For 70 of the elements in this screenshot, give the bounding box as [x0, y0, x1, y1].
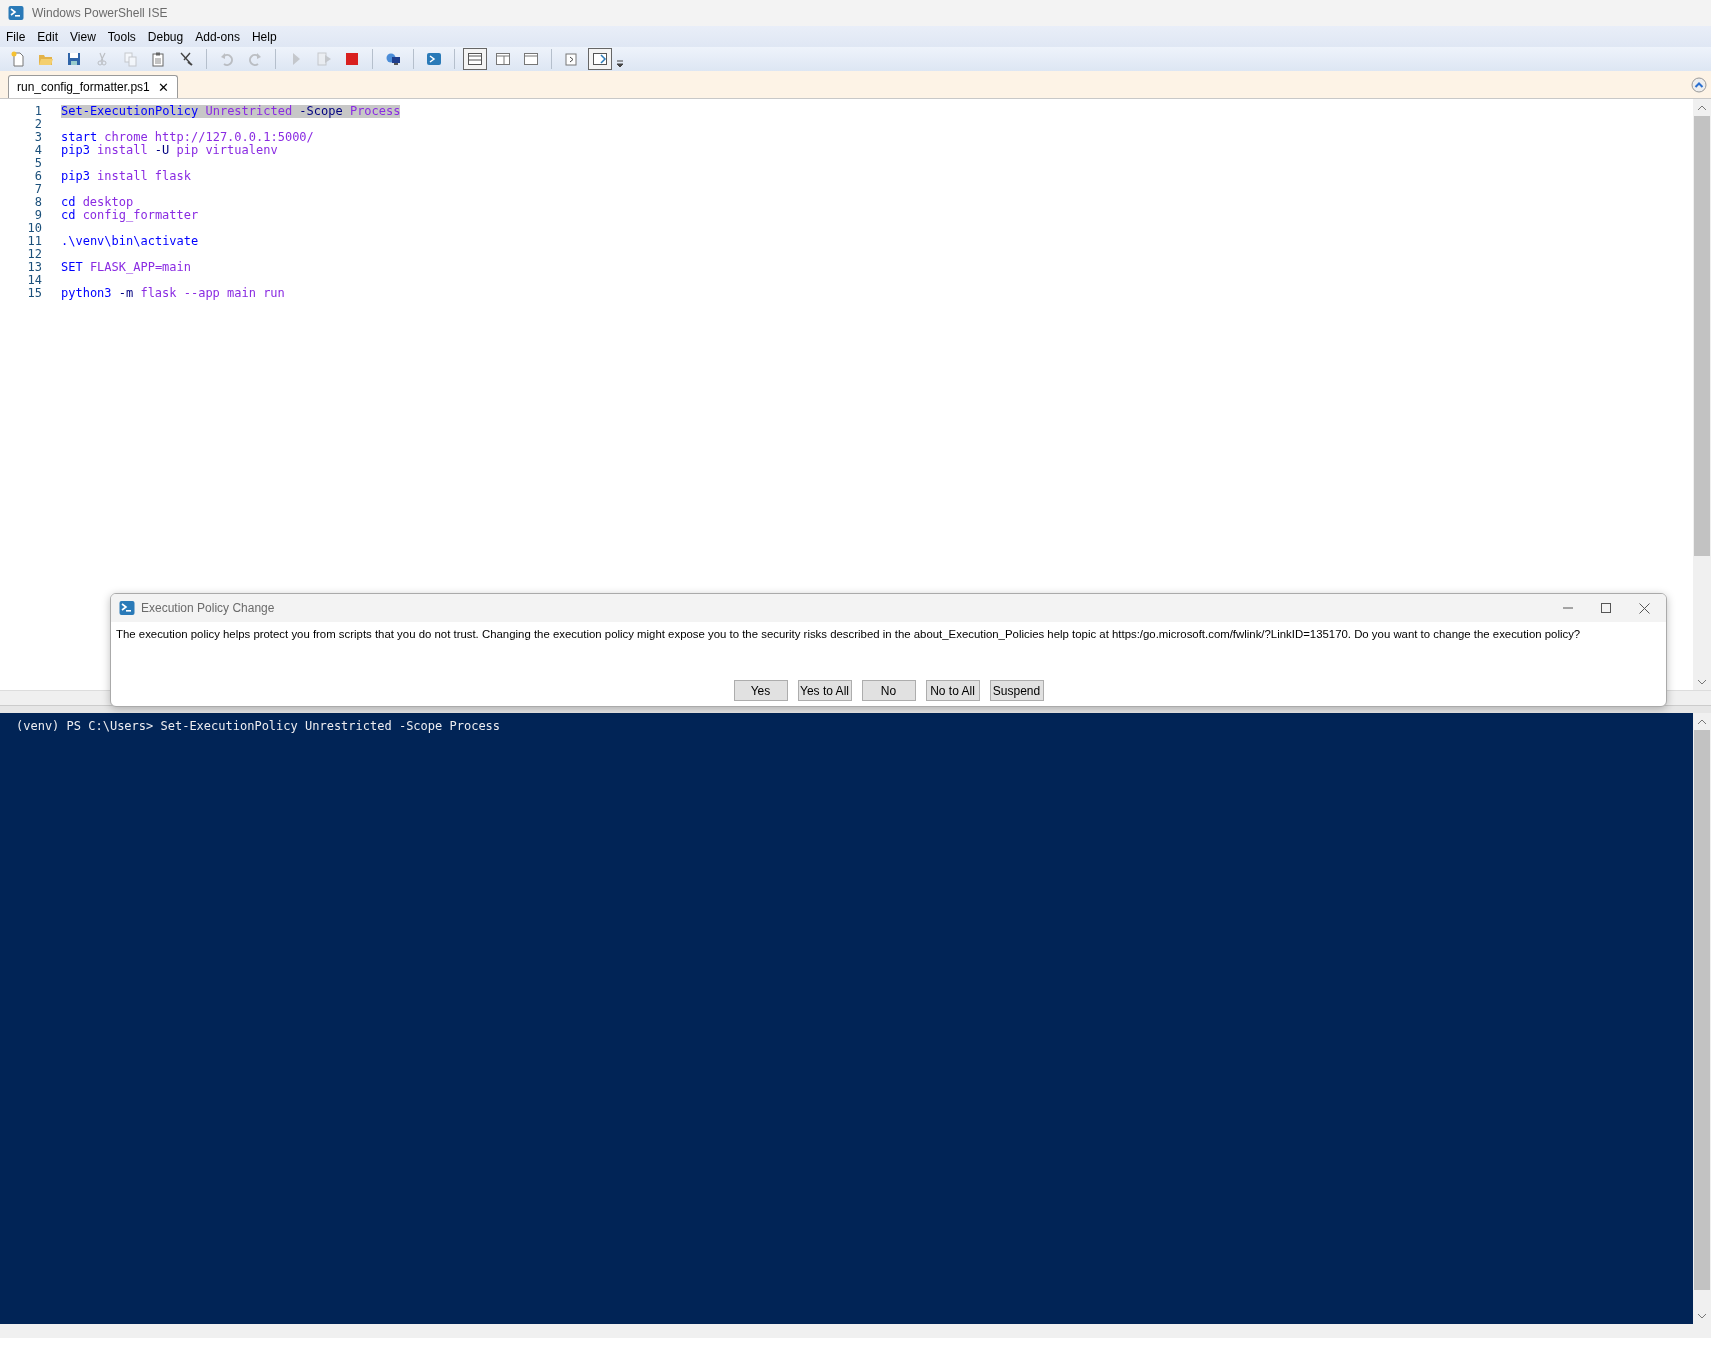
run-selection-icon	[316, 51, 332, 67]
code-line: .\venv\bin\activate	[61, 235, 199, 248]
scrollbar[interactable]	[1693, 99, 1711, 690]
line-number: 7	[33, 183, 43, 196]
code-line: SET FLASK_APP=main	[61, 261, 192, 274]
remote-computer-icon	[385, 51, 401, 67]
menu-item[interactable]: Add-ons	[189, 29, 246, 44]
line-number: 2	[33, 118, 43, 131]
close-icon[interactable]: ✕	[157, 79, 169, 95]
dialog-button[interactable]: Yes	[733, 680, 788, 701]
dialog-title: Execution Policy Change	[141, 601, 276, 615]
toolbar-button[interactable]	[463, 48, 487, 70]
redo-icon	[247, 51, 263, 67]
console-pane[interactable]: (venv) PS C:\Users> Set-ExecutionPolicy Unrestricted -Scope Process	[0, 713, 1693, 1324]
code-line: pip3 install flask	[61, 170, 191, 183]
code-line: python3 -m flask --app main run	[61, 287, 285, 300]
menu-item[interactable]: Help	[245, 29, 283, 44]
toolbar-button[interactable]	[588, 48, 612, 70]
menu-item[interactable]: View	[64, 29, 102, 44]
file-tab[interactable]: run_config_formatter.ps1 ✕	[8, 75, 178, 98]
clipboard-icon	[150, 51, 166, 67]
maximize-icon[interactable]	[1601, 603, 1611, 613]
line-number: 4	[33, 144, 43, 157]
horizontal-scrollbar[interactable]	[0, 1324, 1711, 1338]
line-number: 6	[33, 170, 43, 183]
line-number: 11	[26, 235, 43, 248]
menu-item[interactable]: File	[0, 29, 32, 44]
line-number: 3	[33, 131, 43, 144]
powershell-icon	[426, 51, 442, 67]
close-icon[interactable]	[1639, 602, 1650, 614]
collapse-icon[interactable]	[1691, 77, 1707, 93]
app-logo-icon	[8, 5, 24, 21]
dialog-button[interactable]: No	[861, 680, 916, 701]
dialog-message: The execution policy helps protect you from scripts that you do not trust. Changing the execution policy might expose you to the security risks described in the about_Execution_Policies help topic at https:/go.microsoft.com/fwlink/?LinkID=135170. Do you want to change the execution policy?	[115, 627, 1582, 640]
menu-item[interactable]: Debug	[141, 29, 190, 44]
line-number: 15	[26, 287, 43, 300]
addon-pane-icon	[592, 51, 608, 67]
pane-layout-icon	[495, 51, 511, 67]
line-number: 14	[26, 274, 43, 287]
dialog-button[interactable]: Yes to All	[797, 680, 852, 701]
line-number: 8	[33, 196, 43, 209]
code-line: cd desktop	[61, 196, 134, 209]
window-title: Windows PowerShell ISE	[32, 6, 168, 20]
menu-item[interactable]: Edit	[31, 29, 65, 44]
line-number: 5	[33, 157, 43, 170]
undo-icon	[219, 51, 235, 67]
pane-layout-icon	[467, 51, 483, 67]
console-line: (venv) PS C:\Users> Set-ExecutionPolicy Unrestricted -Scope Process	[16, 719, 502, 733]
line-number: 13	[26, 261, 43, 274]
copy-icon	[122, 51, 138, 67]
broom-icon	[178, 51, 194, 67]
menu-item[interactable]: Tools	[101, 29, 142, 44]
line-number: 10	[26, 222, 43, 235]
scissors-icon	[94, 51, 110, 67]
scrollbar[interactable]	[1693, 713, 1711, 1324]
line-number: 12	[26, 248, 43, 261]
stop-icon	[344, 51, 360, 67]
pane-layout-icon	[523, 51, 539, 67]
overflow-icon[interactable]	[616, 60, 624, 68]
line-number: 1	[33, 105, 43, 118]
dialog-logo-icon	[119, 600, 135, 616]
line-number: 9	[33, 209, 43, 222]
code-line: start chrome http://127.0.0.1:5000/	[61, 131, 314, 144]
code-line: pip3 install -U pip virtualenv	[61, 144, 278, 157]
save-icon	[66, 51, 82, 67]
new-file-icon	[10, 51, 26, 67]
dialog-button[interactable]: No to All	[925, 680, 980, 701]
commands-icon	[564, 51, 580, 67]
code-line: cd config_formatter	[61, 209, 199, 222]
dialog-button[interactable]: Suspend	[989, 680, 1044, 701]
